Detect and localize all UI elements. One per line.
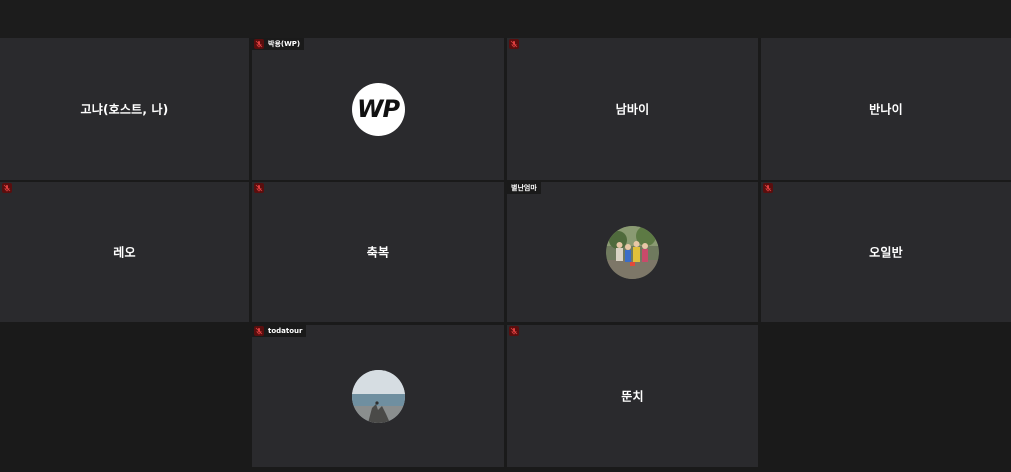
mic-muted-icon bbox=[254, 183, 264, 193]
participant-name: 뚠치 bbox=[621, 389, 644, 404]
participant-label bbox=[507, 325, 523, 337]
avatar-photo bbox=[606, 225, 659, 279]
avatar bbox=[351, 369, 405, 423]
mic-muted-icon bbox=[763, 183, 773, 193]
participant-tile[interactable]: 박용(WP) WP bbox=[252, 38, 504, 180]
participant-name: 축복 bbox=[366, 245, 390, 260]
participant-name: 박용(WP) bbox=[268, 40, 301, 48]
participant-label: 별난엄마 bbox=[507, 182, 541, 194]
avatar-photo bbox=[351, 369, 405, 423]
avatar-logo-text: WP bbox=[356, 95, 400, 123]
participant-label bbox=[252, 182, 268, 194]
participant-name: 반나이 bbox=[869, 102, 903, 117]
mic-muted-icon bbox=[254, 326, 264, 336]
participant-tile[interactable]: 뚠치 bbox=[507, 325, 758, 467]
participant-tile[interactable]: 레오 bbox=[0, 182, 249, 322]
mic-muted-icon bbox=[254, 39, 264, 49]
participant-name: 고냐(호스트, 나) bbox=[80, 102, 169, 117]
video-grid: 고냐(호스트, 나) 박용(WP) WP 남바이 반나이 레오 축복 별난엄마 … bbox=[0, 0, 1011, 472]
participant-label bbox=[761, 182, 777, 194]
mic-muted-icon bbox=[2, 183, 12, 193]
participant-name: 별난엄마 bbox=[511, 184, 537, 192]
participant-name: 레오 bbox=[113, 245, 136, 260]
participant-tile[interactable]: 남바이 bbox=[507, 38, 758, 180]
avatar: WP bbox=[351, 82, 405, 136]
participant-label: 박용(WP) bbox=[252, 38, 305, 50]
participant-tile[interactable]: todatour bbox=[252, 325, 504, 467]
participant-tile[interactable]: 별난엄마 bbox=[507, 182, 758, 322]
participant-name: 오일반 bbox=[869, 245, 903, 260]
empty-slot bbox=[761, 325, 1011, 467]
mic-muted-icon bbox=[509, 39, 519, 49]
avatar bbox=[606, 225, 659, 279]
mic-muted-icon bbox=[509, 326, 519, 336]
participant-tile[interactable]: 축복 bbox=[252, 182, 504, 322]
participant-label: todatour bbox=[252, 325, 307, 337]
participant-label bbox=[0, 182, 16, 194]
participant-tile[interactable]: 반나이 bbox=[761, 38, 1011, 180]
participant-tile[interactable]: 오일반 bbox=[761, 182, 1011, 322]
participant-tile[interactable]: 고냐(호스트, 나) bbox=[0, 38, 249, 180]
participant-name: todatour bbox=[268, 327, 303, 335]
participant-label bbox=[507, 38, 523, 50]
participant-name: 남바이 bbox=[615, 102, 650, 117]
empty-slot bbox=[0, 325, 249, 467]
